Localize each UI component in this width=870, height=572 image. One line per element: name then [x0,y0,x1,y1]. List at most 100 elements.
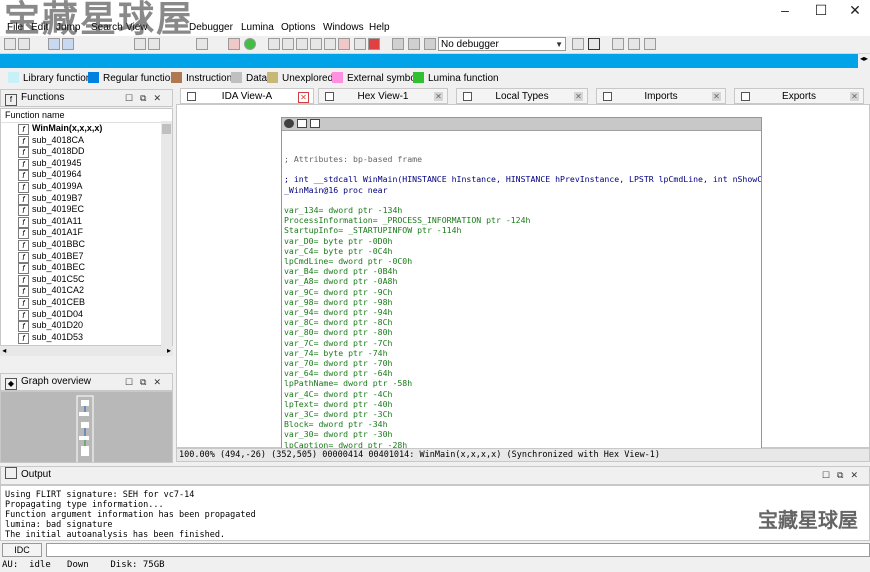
graph-node-winmain[interactable]: ; Attributes: bp-based frame ; int __stdc… [281,117,762,452]
tool-icon[interactable] [148,38,160,50]
disassembly-line[interactable]: var_98= dword ptr -98h [284,297,392,307]
function-list-item[interactable]: f sub_4018DD [1,146,172,159]
tool-icon[interactable] [572,38,584,50]
disassembly-line[interactable]: Block= dword ptr -34h [284,419,388,429]
stop-icon[interactable] [368,38,380,50]
functions-hscrollbar[interactable]: ◂ ▸ [0,346,173,356]
graph-overview-canvas[interactable] [0,391,173,463]
disassembly-line[interactable]: var_D0= byte ptr -0D0h [284,236,392,246]
disassembly-line[interactable]: ProcessInformation= _PROCESS_INFORMATION… [284,215,530,225]
tool-icon[interactable] [296,38,308,50]
color-icon[interactable] [284,119,294,128]
disassembly-line[interactable]: var_134= dword ptr -134h [284,205,402,215]
tool-icon[interactable] [134,38,146,50]
list-icon[interactable] [628,38,640,50]
function-list-item[interactable]: f sub_401BE7 [1,251,172,263]
graph-node-icon[interactable] [310,119,320,128]
function-list-item[interactable]: f sub_401CEB [1,297,172,309]
function-list-item[interactable]: f sub_401A11 [1,216,172,228]
function-list-item[interactable]: f WinMain(x,x,x,x) [1,123,172,135]
list-icon[interactable] [644,38,656,50]
tab-imports[interactable]: Imports ✕ [596,88,726,104]
disassembly-line[interactable]: StartupInfo= _STARTUPINFOW ptr -114h [284,225,461,235]
tool-icon[interactable] [324,38,336,50]
tab-local-types[interactable]: Local Types ✕ [456,88,588,104]
maximize-button[interactable]: ☐ [804,0,838,20]
tool-icon[interactable] [588,38,600,50]
terminate-icon[interactable] [424,38,436,50]
pause-icon[interactable] [408,38,420,50]
script-icon[interactable] [228,38,240,50]
tool-icon[interactable] [268,38,280,50]
navband-arrow-icon[interactable]: ◂▸ [858,54,870,68]
functions-scrollbar[interactable] [161,121,172,346]
close-tab-icon[interactable]: ✕ [298,92,309,103]
tool-icon[interactable] [354,38,366,50]
disassembly-line[interactable]: var_3C= dword ptr -3Ch [284,409,392,419]
minimize-button[interactable]: – [768,0,802,20]
save-icon[interactable] [18,38,30,50]
scrollbar-thumb[interactable] [162,124,171,134]
function-list-item[interactable]: f sub_401945 [1,158,172,170]
disassembly-line[interactable]: ; Attributes: bp-based frame [284,154,422,164]
text-icon[interactable] [196,38,208,50]
disassembly-line[interactable]: lpCmdLine= dword ptr -0C0h [284,256,412,266]
function-list-item[interactable]: f sub_4018CA [1,135,172,147]
function-list-item[interactable]: f sub_401A1F [1,227,172,240]
close-button[interactable]: ✕ [838,0,870,20]
function-list-item[interactable]: f sub_401964 [1,169,172,182]
function-list-item[interactable]: f sub_401BEC [1,262,172,275]
function-list-item[interactable]: f sub_401D53 [1,332,172,344]
close-tab-icon[interactable]: ✕ [850,92,859,101]
disassembly-line[interactable]: var_30= dword ptr -30h [284,429,392,439]
tab-ida-view-a[interactable]: IDA View-A ✕ [180,88,314,104]
function-list-item[interactable]: f sub_4019EC [1,204,172,217]
close-tab-icon[interactable]: ✕ [434,92,443,101]
list-icon[interactable] [612,38,624,50]
close-tab-icon[interactable]: ✕ [574,92,583,101]
start-process-icon[interactable] [392,38,404,50]
menu-lumina[interactable]: Lumina [238,21,277,35]
disassembly-line[interactable]: var_B4= dword ptr -0B4h [284,266,397,276]
back-icon[interactable] [48,38,60,50]
edit-icon[interactable] [297,119,307,128]
open-icon[interactable] [4,38,16,50]
tab-exports[interactable]: Exports ✕ [734,88,864,104]
disassembly-line[interactable]: var_A8= dword ptr -0A8h [284,276,397,286]
tool-icon[interactable] [282,38,294,50]
navigation-band[interactable] [0,54,858,68]
disassembly-line[interactable]: var_64= dword ptr -64h [284,368,392,378]
menu-options[interactable]: Options [278,21,318,35]
panel-window-buttons[interactable]: ☐⧉✕ [822,467,865,483]
disassembly-line[interactable]: lpText= dword ptr -40h [284,399,392,409]
disassembly-line[interactable]: var_9C= dword ptr -9Ch [284,287,392,297]
disassembly-line[interactable]: var_4C= dword ptr -4Ch [284,389,392,399]
function-list-item[interactable]: f sub_401D04 [1,309,172,321]
menu-help[interactable]: Help [366,21,393,35]
menu-windows[interactable]: Windows [320,21,367,35]
close-tab-icon[interactable]: ✕ [712,92,721,101]
idc-language-button[interactable]: IDC [2,543,42,557]
function-list-item[interactable]: f sub_401D20 [1,320,172,333]
debugger-select[interactable]: No debugger ▼ [438,37,566,51]
run-icon[interactable] [244,38,256,50]
function-list-item[interactable]: f sub_401C5C [1,274,172,286]
disassembly-line[interactable]: var_8C= dword ptr -8Ch [284,317,392,327]
disassembly-line[interactable]: var_74= byte ptr -74h [284,348,388,358]
function-name-column-header[interactable]: Function name [1,109,172,123]
disassembly-line[interactable]: var_80= dword ptr -80h [284,327,392,337]
disassembly-line[interactable]: lpPathName= dword ptr -58h [284,378,412,388]
function-list-item[interactable]: f sub_401BBC [1,239,172,251]
output-console[interactable]: Using FLIRT signature: SEH for vc7-14 Pro… [0,485,870,541]
panel-window-buttons[interactable]: ☐⧉✕ [125,374,168,390]
breakpoint-icon[interactable] [338,38,350,50]
forward-icon[interactable] [62,38,74,50]
command-input[interactable] [46,543,870,557]
function-list-item[interactable]: f sub_401CA2 [1,285,172,298]
function-list-item[interactable]: f sub_40199A [1,181,172,193]
disassembly-line[interactable]: var_94= dword ptr -94h [284,307,392,317]
disassembly-line[interactable]: var_C4= byte ptr -0C4h [284,246,392,256]
disassembly-line[interactable]: _WinMain@16 proc near [284,185,388,195]
tool-icon[interactable] [310,38,322,50]
disassembly-line[interactable]: ; int __stdcall WinMain(HINSTANCE hInsta… [284,174,761,184]
